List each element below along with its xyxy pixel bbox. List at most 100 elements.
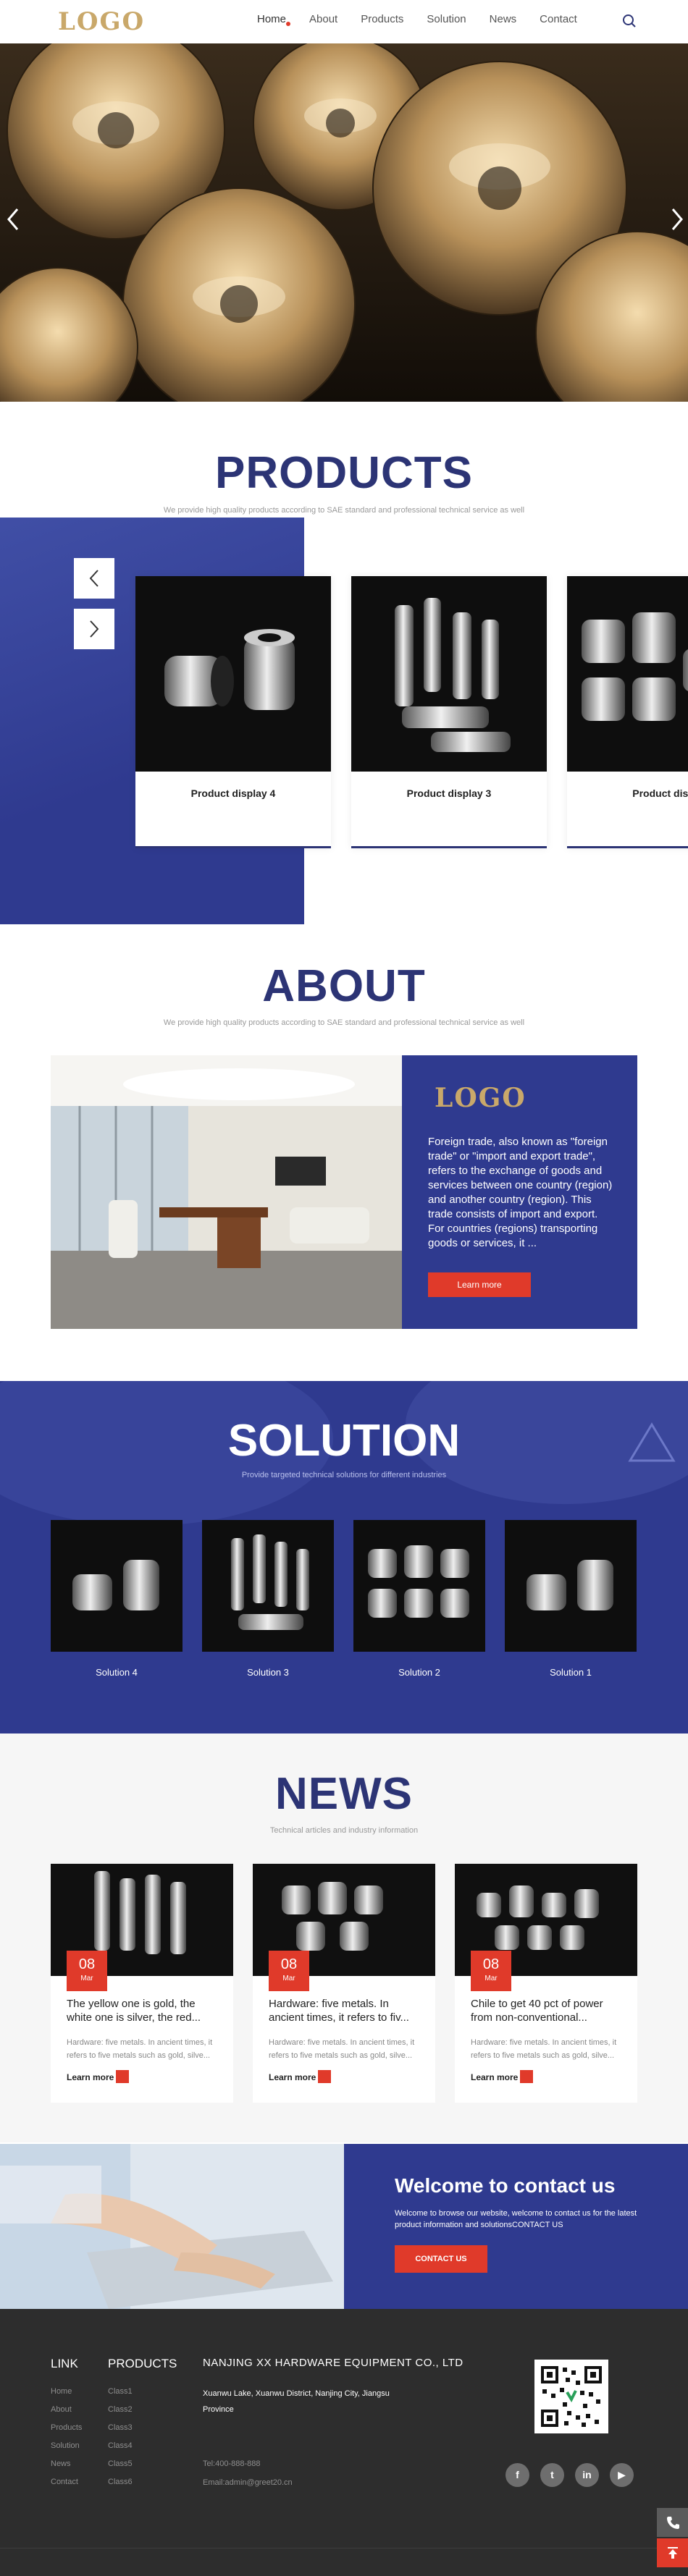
contact-us-button[interactable]: CONTACT US [395, 2245, 487, 2273]
news-headline[interactable]: The yellow one is gold, the white one is… [67, 1997, 220, 2024]
product-card-underline [351, 846, 547, 848]
news-title: NEWS [275, 1769, 413, 1819]
footer-product-link[interactable]: Class1 [108, 2387, 133, 2396]
arrow-square-icon[interactable] [520, 2070, 533, 2083]
news-headline[interactable]: Hardware: five metals. In ancient times,… [269, 1997, 422, 2024]
facebook-icon[interactable]: f [505, 2463, 529, 2487]
news-month: Mar [80, 1975, 93, 1982]
main-nav: Home About Products Solution News Contac… [257, 13, 600, 26]
phone-icon [666, 2517, 679, 2529]
footer-product-link[interactable]: Class6 [108, 2478, 133, 2486]
footer-products-heading: PRODUCTS [108, 2357, 177, 2370]
contact-title: Welcome to contact us [395, 2174, 616, 2197]
product-name: Product displ [632, 787, 688, 799]
contact-text: Welcome to browse our website, welcome t… [395, 2209, 637, 2229]
news-card[interactable]: 08 Mar Hardware: five metals. In ancient… [253, 1864, 435, 2103]
news-month: Mar [282, 1975, 295, 1982]
footer-link[interactable]: Contact [51, 2478, 78, 2486]
solution-card[interactable]: Solution 2 [353, 1520, 485, 1678]
footer-phone: Tel:400-888-888 [203, 2459, 261, 2468]
news-card[interactable]: 08 Mar The yellow one is gold, the white… [51, 1864, 233, 2103]
news-day: 08 [482, 1956, 500, 1972]
solution-card[interactable]: Solution 1 [505, 1520, 637, 1678]
news-date-badge: 08 Mar [67, 1951, 107, 1991]
footer-link[interactable]: Home [51, 2387, 72, 2396]
back-to-top-button[interactable] [657, 2538, 688, 2567]
arrow-square-icon[interactable] [318, 2070, 331, 2083]
nav-products[interactable]: Products [361, 13, 403, 25]
youtube-icon[interactable]: ▶ [610, 2463, 634, 2487]
solution-image [202, 1520, 334, 1652]
about-office-image [51, 1055, 402, 1329]
solution-image [353, 1520, 485, 1652]
footer-address: Xuanwu Lake, Xuanwu District, Nanjing Ci… [203, 2389, 390, 2414]
news-excerpt: Hardware: five metals. In ancient times,… [269, 2038, 415, 2060]
solution-image [51, 1520, 183, 1652]
footer-company-name: NANJING XX HARDWARE EQUIPMENT CO., LTD [203, 2357, 463, 2369]
hero-gears-image [0, 43, 688, 402]
footer-product-link[interactable]: Class3 [108, 2423, 133, 2432]
about-learn-more-button[interactable]: Learn more [428, 1272, 531, 1297]
news-card[interactable]: 08 Mar Chile to get 40 pct of power from… [455, 1864, 637, 2103]
hero-banner [0, 43, 688, 402]
news-excerpt: Hardware: five metals. In ancient times,… [471, 2038, 617, 2060]
products-prev-button[interactable] [74, 558, 114, 599]
qr-code [534, 2360, 608, 2433]
about-subtitle: We provide high quality products accordi… [163, 1018, 525, 1027]
footer-link[interactable]: About [51, 2405, 72, 2414]
news-excerpt: Hardware: five metals. In ancient times,… [67, 2038, 213, 2060]
news-learn-more-link[interactable]: Learn more [67, 2072, 114, 2082]
chevron-right-icon [90, 620, 99, 638]
product-card[interactable]: Product display 4 [135, 576, 331, 848]
news-headline[interactable]: Chile to get 40 pct of power from non-co… [471, 1997, 624, 2024]
solution-subtitle: Provide targeted technical solutions for… [241, 1471, 447, 1479]
footer-product-link[interactable]: Class5 [108, 2459, 133, 2468]
about-info-panel: LOGO Foreign trade, also known as "forei… [402, 1055, 637, 1329]
product-image [351, 576, 547, 772]
nav-solution[interactable]: Solution [427, 13, 466, 25]
product-card[interactable]: Product display 3 [351, 576, 547, 848]
product-card-underline [135, 846, 331, 848]
nav-home[interactable]: Home [257, 13, 291, 26]
product-name: Product display 3 [406, 787, 492, 799]
news-learn-more-link[interactable]: Learn more [471, 2072, 518, 2082]
chevron-left-icon [7, 208, 19, 230]
nav-about[interactable]: About [309, 13, 337, 25]
footer-link[interactable]: Solution [51, 2441, 80, 2450]
nav-news[interactable]: News [490, 13, 517, 25]
products-next-button[interactable] [74, 609, 114, 649]
product-card-underline [567, 846, 688, 848]
footer-link[interactable]: News [51, 2459, 71, 2468]
footer-link[interactable]: Products [51, 2423, 82, 2432]
about-description: Foreign trade, also known as "foreign tr… [428, 1136, 613, 1249]
product-name: Product display 4 [190, 787, 276, 799]
solution-card[interactable]: Solution 3 [202, 1520, 334, 1678]
nav-home-label: Home [257, 13, 287, 25]
footer-product-link[interactable]: Class2 [108, 2405, 133, 2414]
product-card[interactable]: Product displ [567, 576, 688, 848]
nav-contact[interactable]: Contact [540, 13, 577, 25]
search-icon[interactable] [621, 13, 637, 29]
site-logo[interactable]: LOGO [58, 7, 145, 36]
news-date-badge: 08 Mar [269, 1951, 309, 1991]
footer-link-heading: LINK [51, 2357, 78, 2370]
about-title: ABOUT [262, 961, 426, 1011]
news-day: 08 [280, 1956, 298, 1972]
news-day: 08 [78, 1956, 96, 1972]
site-footer: LINK Home About Products Solution News C… [0, 2309, 688, 2576]
hero-next-arrow[interactable] [670, 206, 688, 235]
news-date-badge: 08 Mar [471, 1951, 511, 1991]
news-month: Mar [484, 1975, 498, 1982]
footer-email: Email:admin@greet20.cn [203, 2478, 293, 2487]
arrow-square-icon[interactable] [116, 2070, 129, 2083]
news-learn-more-link[interactable]: Learn more [269, 2072, 316, 2082]
site-header: LOGO Home About Products Solution News C… [0, 0, 688, 43]
footer-product-link[interactable]: Class4 [108, 2441, 133, 2450]
solution-name: Solution 2 [398, 1667, 440, 1678]
solution-title: SOLUTION [227, 1416, 461, 1466]
linkedin-icon[interactable]: in [575, 2463, 599, 2487]
twitter-icon[interactable]: t [540, 2463, 564, 2487]
phone-float-button[interactable] [657, 2508, 688, 2537]
solution-card[interactable]: Solution 4 [51, 1520, 183, 1678]
hero-prev-arrow[interactable] [6, 206, 28, 235]
